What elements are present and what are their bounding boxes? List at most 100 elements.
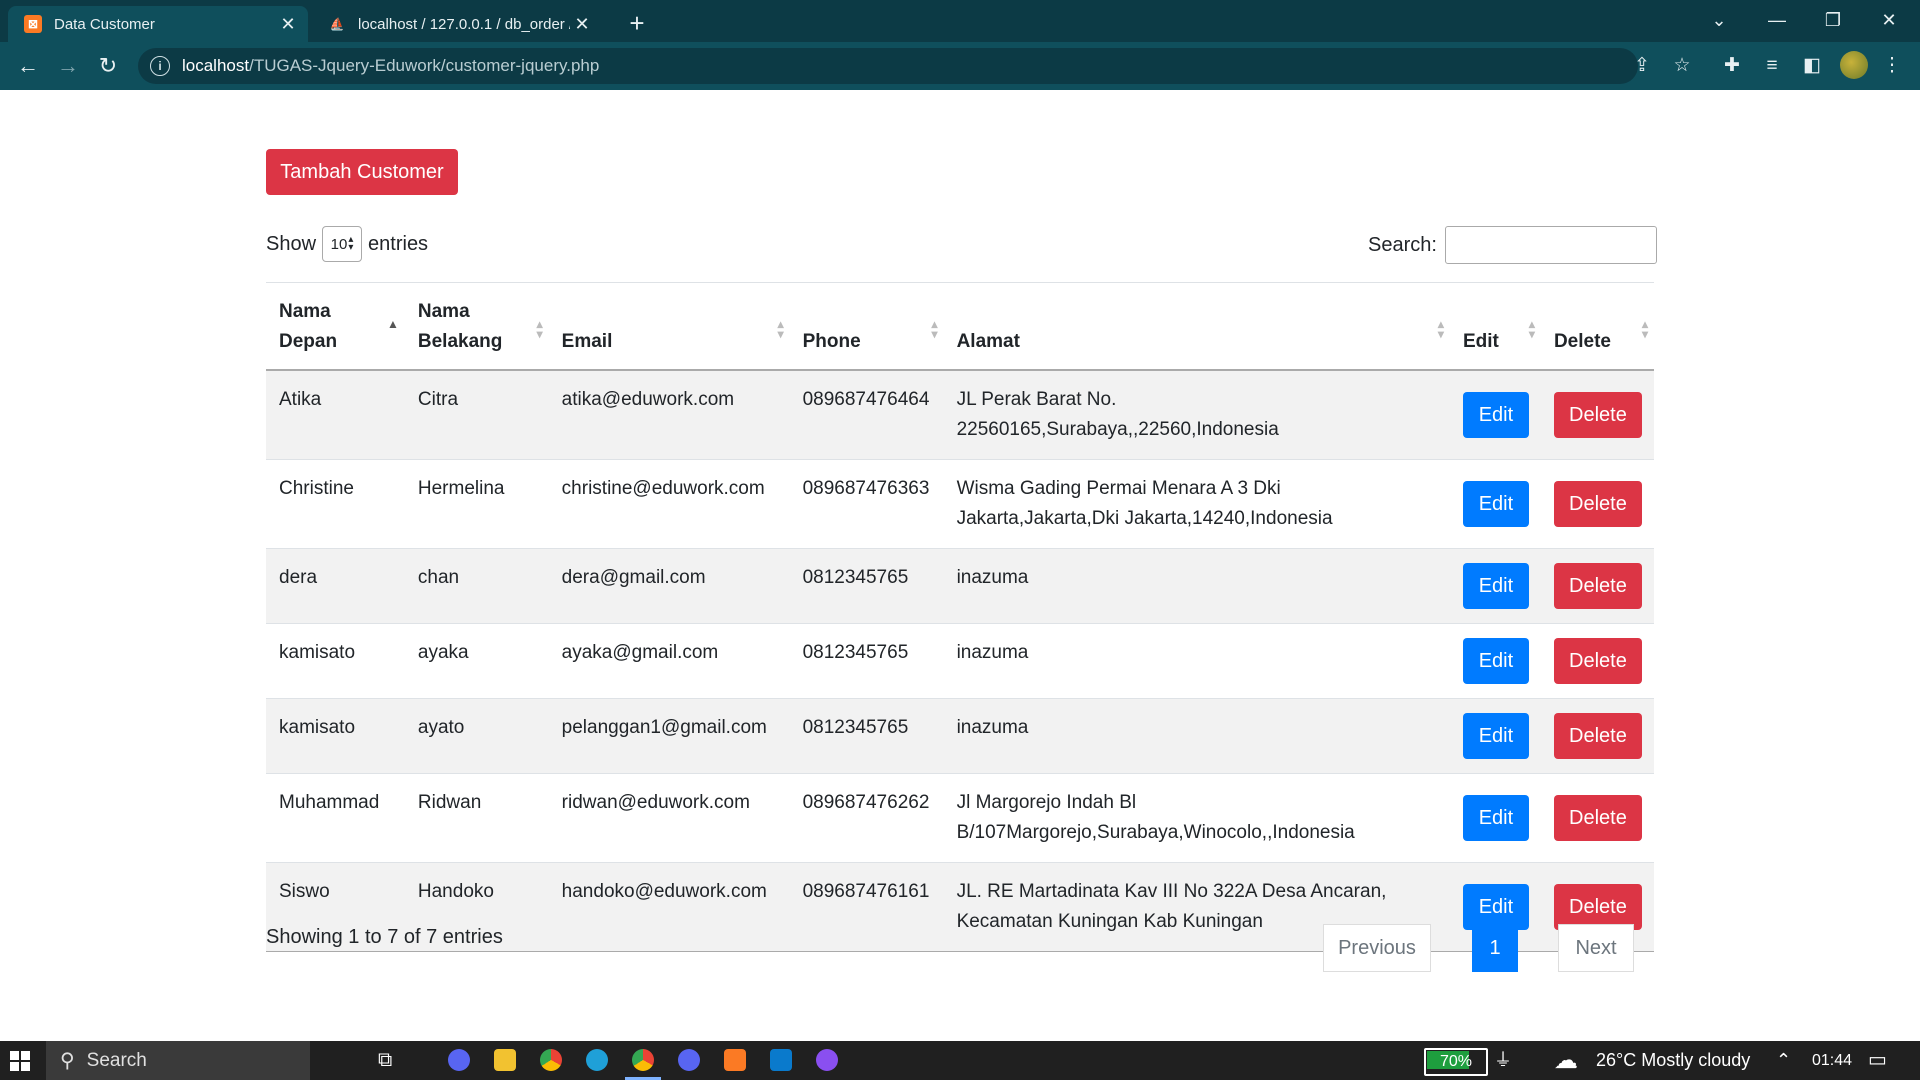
table-row: Atika Citra atika@eduwork.com 0896874764…	[266, 369, 1654, 460]
cell-phone: 0812345765	[789, 698, 944, 774]
edge-icon[interactable]	[586, 1049, 608, 1071]
tab-data-customer[interactable]: ⊠ Data Customer ✕	[8, 6, 308, 42]
bookmark-star-icon[interactable]: ☆	[1668, 52, 1696, 80]
restore-button[interactable]: ❐	[1810, 0, 1856, 40]
address-bar[interactable]: i localhost/TUGAS-Jquery-Eduwork/custome…	[138, 48, 1638, 84]
windows-start-icon[interactable]	[10, 1051, 30, 1071]
media-control-icon[interactable]: ≡	[1758, 52, 1786, 80]
taskbar: ⚲ Search ⧉ 70% ⏚ ☁ 26°C Mostly cloudy ⌃ …	[0, 1041, 1920, 1080]
edit-button[interactable]: Edit	[1462, 392, 1529, 438]
cell-edit: Edit	[1449, 548, 1541, 624]
show-label: Show	[266, 232, 317, 255]
customer-table: Nama Depan ▲ Nama Belakang ▴ ▾ Email ▴ ▾ Phon…	[266, 282, 1654, 952]
cell-last-name: Citra	[404, 369, 549, 460]
column-header-phone[interactable]: Phone ▴ ▾	[789, 282, 944, 371]
close-window-button[interactable]: ✕	[1866, 0, 1912, 40]
column-header-alamat[interactable]: Alamat ▴ ▾	[943, 282, 1450, 371]
search-input[interactable]	[1444, 226, 1657, 264]
taskbar-search[interactable]: ⚲ Search	[46, 1041, 310, 1080]
menu-icon[interactable]: ⋮	[1878, 52, 1906, 80]
cell-edit: Edit	[1449, 369, 1541, 460]
notification-center-icon[interactable]: ▭	[1868, 1041, 1887, 1080]
profile-avatar[interactable]	[1840, 51, 1868, 79]
delete-button[interactable]: Delete	[1553, 563, 1642, 609]
taskbar-search-label: Search	[86, 1049, 147, 1071]
vscode-icon[interactable]	[770, 1049, 792, 1071]
weather-cloud-icon[interactable]: ☁	[1554, 1041, 1578, 1080]
cell-first-name: kamisato	[266, 698, 405, 774]
column-header-nama-belakang[interactable]: Nama Belakang ▴ ▾	[404, 282, 549, 371]
cell-phone: 089687476262	[789, 773, 944, 863]
side-panel-icon[interactable]: ◧	[1798, 52, 1826, 80]
pagination-next[interactable]: Next	[1558, 924, 1634, 972]
edit-button[interactable]: Edit	[1462, 563, 1529, 609]
column-header-edit[interactable]: Edit ▴ ▾	[1449, 282, 1541, 371]
cell-edit: Edit	[1449, 623, 1541, 699]
pagination-previous[interactable]: Previous	[1323, 924, 1431, 972]
back-button[interactable]: ←	[12, 50, 44, 82]
add-customer-button[interactable]: Tambah Customer	[266, 149, 458, 195]
tab-phpmyadmin[interactable]: ⛵ localhost / 127.0.0.1 / db_order / ✕	[312, 6, 602, 42]
new-tab-button[interactable]: +	[620, 6, 654, 40]
pagination-page-1[interactable]: 1	[1472, 924, 1518, 972]
cell-last-name: Ridwan	[404, 773, 549, 863]
reload-button[interactable]: ↻	[92, 50, 124, 82]
cell-address: JL Perak Barat No. 22560165,Surabaya,,22…	[943, 369, 1450, 460]
cell-phone: 089687476464	[789, 369, 944, 460]
chrome-icon[interactable]	[540, 1049, 562, 1071]
cell-first-name: Muhammad	[266, 773, 405, 863]
task-view-icon[interactable]: ⧉	[378, 1041, 392, 1080]
select-arrows-icon: ▴ ▾	[348, 234, 354, 253]
delete-button[interactable]: Delete	[1553, 638, 1642, 684]
cell-address: Jl Margorejo Indah Bl B/107Margorejo,Sur…	[943, 773, 1450, 863]
cell-phone: 0812345765	[789, 623, 944, 699]
cell-address: inazuma	[943, 548, 1450, 624]
extensions-icon[interactable]: ✚	[1718, 52, 1746, 80]
cell-address: inazuma	[943, 623, 1450, 699]
edit-button[interactable]: Edit	[1462, 481, 1529, 527]
entries-select[interactable]: 10 ▴ ▾	[322, 226, 363, 262]
weather-text[interactable]: 26°C Mostly cloudy	[1596, 1041, 1750, 1080]
site-info-icon[interactable]: i	[150, 56, 170, 76]
entries-select-value: 10	[330, 235, 348, 253]
cell-first-name: Atika	[266, 369, 405, 460]
discord-icon[interactable]	[678, 1049, 700, 1071]
forward-button[interactable]: →	[52, 50, 84, 82]
xampp-taskbar-icon[interactable]	[724, 1049, 746, 1071]
cell-email: ridwan@eduwork.com	[548, 773, 790, 863]
table-row: dera chan dera@gmail.com 0812345765 inaz…	[266, 548, 1654, 624]
file-explorer-icon[interactable]	[494, 1049, 516, 1071]
close-tab-icon[interactable]: ✕	[570, 14, 594, 35]
chrome-active-icon[interactable]	[632, 1049, 654, 1071]
delete-button[interactable]: Delete	[1553, 713, 1642, 759]
show-hidden-icons-icon[interactable]: ⌃	[1776, 1041, 1791, 1080]
clock[interactable]: 01:44	[1812, 1041, 1852, 1080]
phpmyadmin-icon: ⛵	[329, 17, 345, 31]
column-header-delete[interactable]: Delete ▴ ▾	[1540, 282, 1654, 371]
browser-toolbar: ← → ↻ i localhost/TUGAS-Jquery-Eduwork/c…	[0, 42, 1920, 90]
edit-button[interactable]: Edit	[1462, 638, 1529, 684]
tab-title: Data Customer	[54, 15, 155, 33]
table-row: Christine Hermelina christine@eduwork.co…	[266, 459, 1654, 549]
column-header-nama-depan[interactable]: Nama Depan ▲	[266, 282, 405, 371]
delete-button[interactable]: Delete	[1553, 392, 1642, 438]
share-icon[interactable]: ⇪	[1628, 52, 1656, 80]
battery-indicator[interactable]: 70%	[1424, 1048, 1488, 1076]
close-tab-icon[interactable]: ✕	[276, 14, 300, 35]
entries-label: entries	[368, 232, 429, 255]
delete-button[interactable]: Delete	[1553, 481, 1642, 527]
cell-first-name: kamisato	[266, 623, 405, 699]
cell-edit: Edit	[1449, 773, 1541, 863]
tab-search-icon[interactable]: ⌄	[1696, 0, 1742, 40]
edit-button[interactable]: Edit	[1462, 713, 1529, 759]
github-desktop-icon[interactable]	[816, 1049, 838, 1071]
url-path: /TUGAS-Jquery-Eduwork/customer-jquery.ph…	[249, 56, 600, 75]
edit-button[interactable]: Edit	[1462, 795, 1529, 841]
app-icon[interactable]	[448, 1049, 470, 1071]
cell-email: christine@eduwork.com	[548, 459, 790, 549]
delete-button[interactable]: Delete	[1553, 795, 1642, 841]
minimize-button[interactable]: —	[1754, 0, 1800, 40]
cell-last-name: ayaka	[404, 623, 549, 699]
power-plug-icon: ⏚	[1494, 1050, 1512, 1070]
column-header-email[interactable]: Email ▴ ▾	[548, 282, 790, 371]
